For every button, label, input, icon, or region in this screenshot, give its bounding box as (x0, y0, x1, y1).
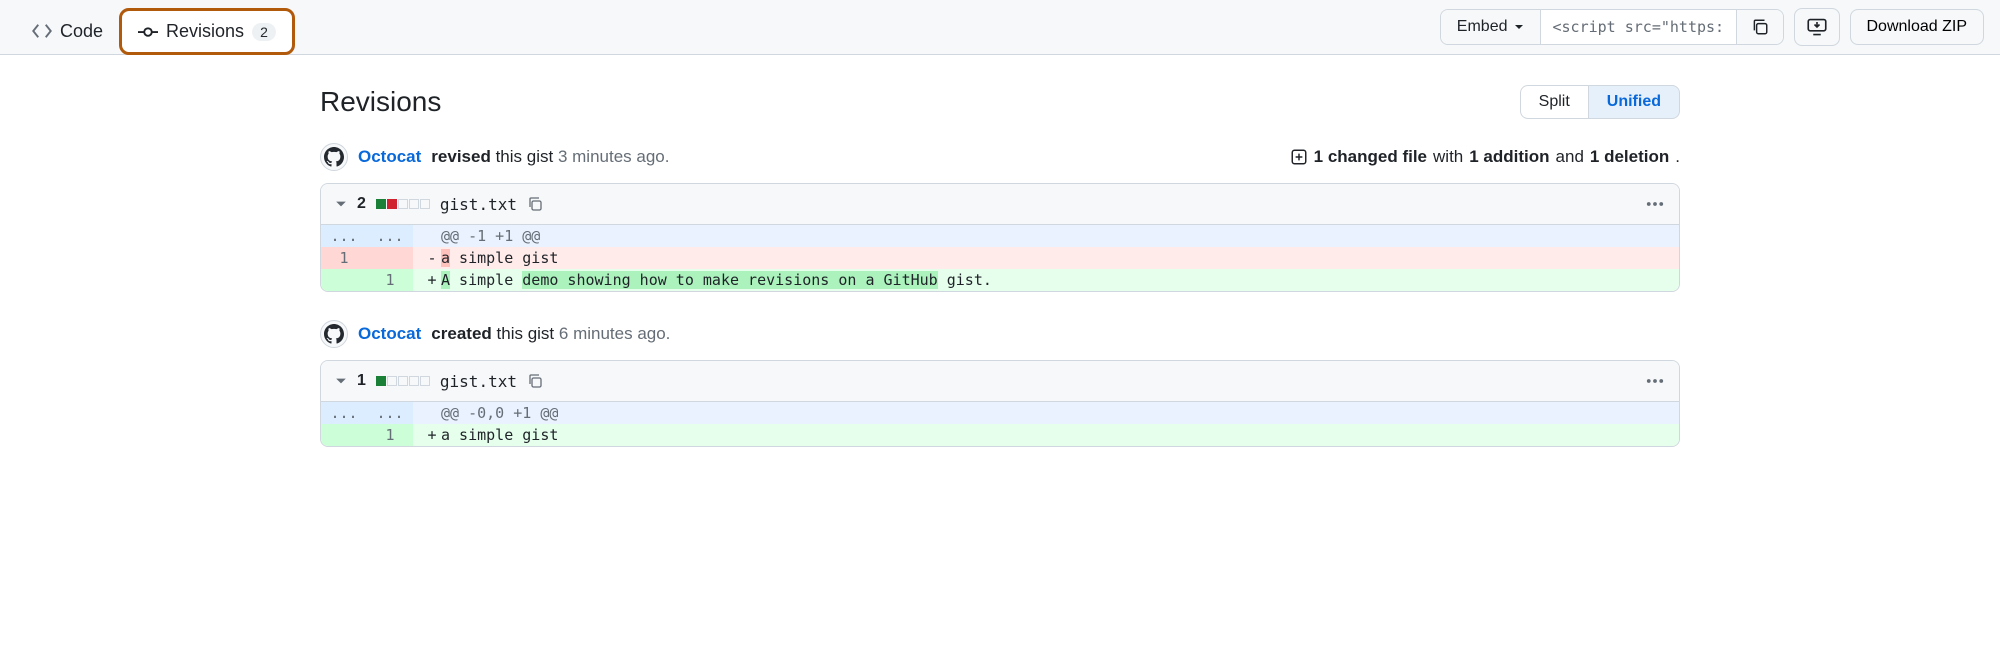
revisions-count-badge: 2 (252, 23, 276, 41)
author-link[interactable]: Octocat (358, 147, 421, 167)
download-zip-button[interactable]: Download ZIP (1850, 9, 1985, 45)
line-number-new: 1 (367, 269, 413, 291)
revision-suffix: this gist (497, 324, 555, 343)
revision-meta: Octocat revised this gist 3 minutes ago. (320, 143, 669, 171)
line-number-new: 1 (367, 424, 413, 446)
embed-dropdown-label: Embed (1457, 18, 1508, 36)
avatar[interactable] (320, 320, 348, 348)
diff-file-meta: 2 gist.txt (335, 195, 543, 214)
revision-header: Octocat created this gist 6 minutes ago. (320, 320, 1680, 348)
desktop-download-button[interactable] (1794, 8, 1840, 46)
revision-meta: Octocat created this gist 6 minutes ago. (320, 320, 670, 348)
revision-action: revised (431, 147, 491, 166)
revision-item: Octocat revised this gist 3 minutes ago.… (320, 143, 1680, 292)
diff-line-count: 1 (357, 372, 366, 390)
embed-group: Embed (1440, 9, 1784, 45)
hunk-header-text: @@ -1 +1 @@ (441, 227, 540, 245)
octocat-icon (324, 147, 344, 167)
chevron-down-icon[interactable] (335, 375, 347, 387)
revision-suffix: this gist (496, 147, 554, 166)
diff-line-count: 2 (357, 195, 366, 213)
diff-added-text: demo showing how to make revisions on a … (522, 271, 937, 289)
diff-filename[interactable]: gist.txt (440, 372, 517, 391)
revision-time: 3 minutes ago. (558, 147, 670, 166)
diff-options-menu[interactable] (1645, 371, 1665, 391)
line-number-old (321, 269, 367, 291)
revision-item: Octocat created this gist 6 minutes ago.… (320, 320, 1680, 447)
diff-box: 1 gist.txt ... ... @@ -0,0 +1 @@ (320, 360, 1680, 447)
copy-icon[interactable] (527, 196, 543, 212)
chevron-down-icon (1514, 22, 1524, 32)
deletions-count: 1 deletion (1590, 147, 1669, 167)
diff-addition-line: 1 +a simple gist (321, 424, 1679, 446)
line-number-new: ... (367, 225, 413, 247)
embed-dropdown[interactable]: Embed (1441, 10, 1541, 44)
embed-url-input[interactable] (1541, 10, 1736, 44)
code-icon (32, 21, 52, 41)
change-stats: 1 changed file with 1 addition and 1 del… (1290, 147, 1680, 167)
copy-icon (1751, 18, 1769, 36)
diff-deletion-line: 1 -a simple gist (321, 247, 1679, 269)
diff-unified-option[interactable]: Unified (1589, 86, 1679, 118)
changed-files-count: 1 changed file (1314, 147, 1427, 167)
diff-box: 2 gist.txt ... ... @@ -1 +1 @@ (320, 183, 1680, 292)
diff-removed-text: a (441, 249, 450, 267)
revision-time: 6 minutes ago. (559, 324, 671, 343)
diff-lines: ... ... @@ -0,0 +1 @@ 1 +a simple gist (321, 402, 1679, 446)
diffstat-icon (1290, 148, 1308, 166)
revision-action: created (431, 324, 491, 343)
octocat-icon (324, 324, 344, 344)
diff-filename[interactable]: gist.txt (440, 195, 517, 214)
diff-split-option[interactable]: Split (1521, 86, 1589, 118)
diff-added-text: A (441, 271, 450, 289)
diff-marker: + (423, 271, 441, 289)
hunk-header-line: ... ... @@ -1 +1 @@ (321, 225, 1679, 247)
line-number-new (367, 247, 413, 269)
diff-file-meta: 1 gist.txt (335, 372, 543, 391)
line-number-old: ... (321, 225, 367, 247)
line-number-new: ... (367, 402, 413, 424)
diff-file-header: 2 gist.txt (321, 184, 1679, 225)
tab-revisions-label: Revisions (166, 21, 244, 42)
diff-line-text: gist. (938, 271, 992, 289)
top-tabs-bar: Code Revisions 2 Embed (0, 0, 2000, 55)
diff-line-text: simple gist (450, 249, 558, 267)
revision-header: Octocat revised this gist 3 minutes ago.… (320, 143, 1680, 171)
desktop-download-icon (1807, 17, 1827, 37)
diffstat-blocks (376, 376, 430, 386)
diff-line-text: simple (450, 271, 522, 289)
additions-count: 1 addition (1469, 147, 1549, 167)
copy-embed-button[interactable] (1736, 10, 1783, 44)
diff-file-header: 1 gist.txt (321, 361, 1679, 402)
diff-lines: ... ... @@ -1 +1 @@ 1 -a simple gist 1 +… (321, 225, 1679, 291)
diff-marker: - (423, 249, 441, 267)
commit-icon (138, 22, 158, 42)
tab-code[interactable]: Code (16, 8, 119, 54)
diff-line-text: a simple gist (441, 426, 558, 444)
avatar[interactable] (320, 143, 348, 171)
stats-dot: . (1675, 147, 1680, 167)
topbar-actions: Embed Download ZIP (1440, 8, 1984, 54)
diff-addition-line: 1 +A simple demo showing how to make rev… (321, 269, 1679, 291)
stats-and: and (1556, 147, 1584, 167)
diff-options-menu[interactable] (1645, 194, 1665, 214)
author-link[interactable]: Octocat (358, 324, 421, 344)
line-number-old: 1 (321, 247, 367, 269)
content: Revisions Split Unified Octocat revised … (260, 55, 1740, 505)
chevron-down-icon[interactable] (335, 198, 347, 210)
diff-marker: + (423, 426, 441, 444)
tab-revisions[interactable]: Revisions 2 (119, 8, 295, 55)
line-number-old: ... (321, 402, 367, 424)
tab-code-label: Code (60, 21, 103, 42)
copy-icon[interactable] (527, 373, 543, 389)
hunk-header-text: @@ -0,0 +1 @@ (441, 404, 558, 422)
tab-list: Code Revisions 2 (16, 8, 295, 54)
diff-view-toggle: Split Unified (1520, 85, 1680, 119)
page-title: Revisions (320, 86, 441, 118)
hunk-header-line: ... ... @@ -0,0 +1 @@ (321, 402, 1679, 424)
diffstat-blocks (376, 199, 430, 209)
heading-row: Revisions Split Unified (320, 85, 1680, 119)
stats-with: with (1433, 147, 1463, 167)
line-number-old (321, 424, 367, 446)
